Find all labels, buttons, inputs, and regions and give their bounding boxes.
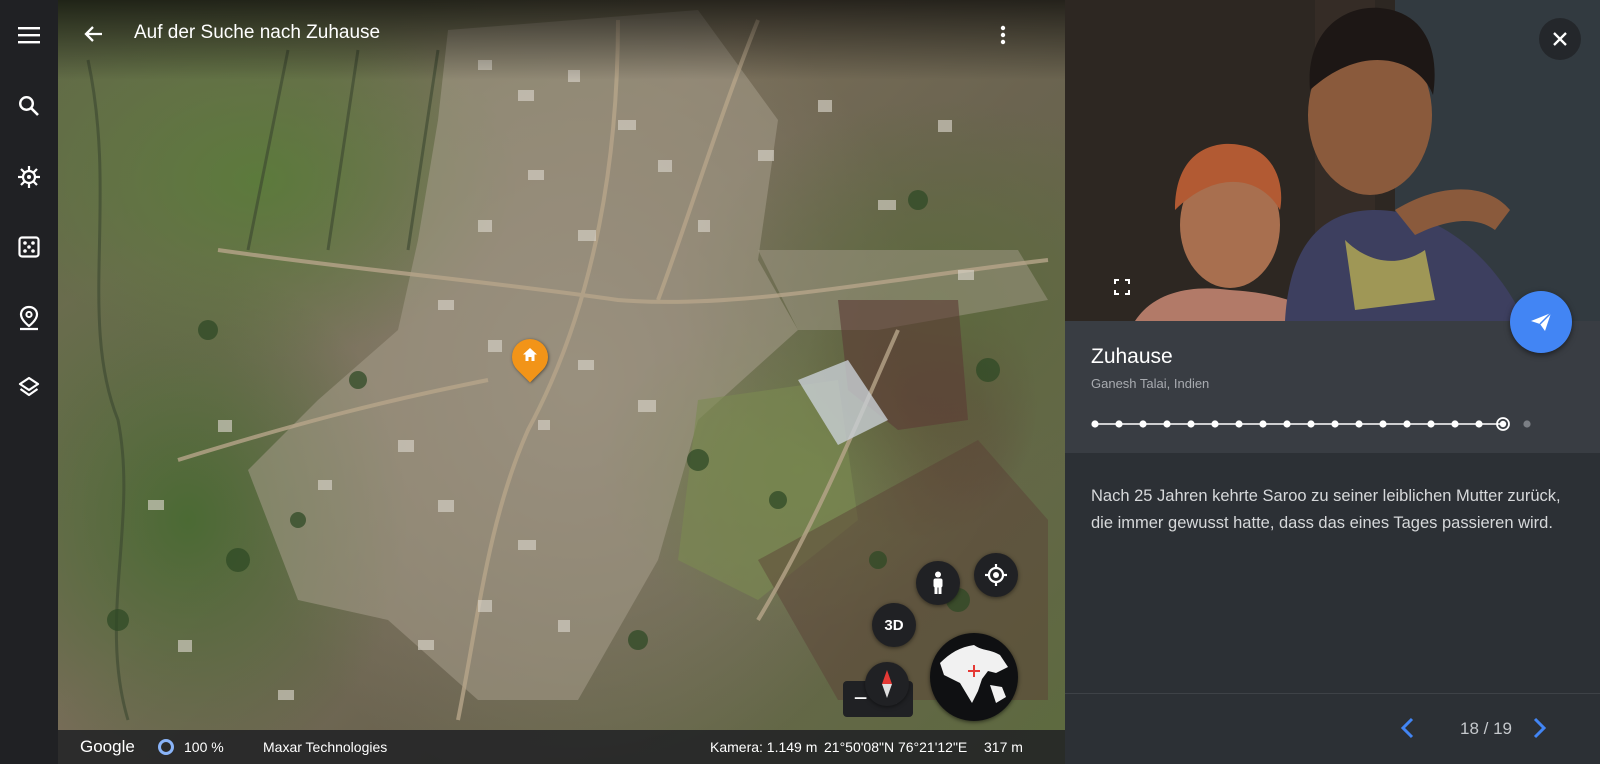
chevron-right-icon [1533, 717, 1547, 739]
more-options-button[interactable] [988, 20, 1018, 50]
projects-pin-icon [19, 305, 39, 331]
progress-dot-2[interactable] [1115, 420, 1123, 428]
home-icon [523, 348, 537, 361]
my-location-button[interactable] [974, 553, 1018, 597]
search-button[interactable] [9, 86, 49, 126]
pegman-street-view-button[interactable] [916, 561, 960, 605]
progress-dot-12[interactable] [1355, 420, 1363, 428]
send-icon [1531, 312, 1552, 331]
close-icon [1553, 32, 1567, 46]
progress-dot-13[interactable] [1379, 420, 1387, 428]
my-location-icon [985, 564, 1007, 586]
feeling-lucky-button[interactable] [9, 227, 49, 267]
progress-dot-11[interactable] [1331, 420, 1339, 428]
progress-dot-10[interactable] [1307, 420, 1315, 428]
loading-ring-icon [158, 739, 174, 755]
search-icon [18, 95, 39, 116]
next-slide-button[interactable] [1525, 713, 1555, 743]
menu-icon [18, 27, 40, 44]
progress-dot-7[interactable] [1235, 420, 1243, 428]
satellite-map[interactable]: Auf der Suche nach Zuhause 3D − + Google… [58, 0, 1065, 764]
map-style-layers-icon [18, 376, 40, 397]
voyager-icon [18, 166, 40, 188]
story-title: Auf der Suche nach Zuhause [134, 22, 381, 43]
close-card-button[interactable] [1539, 18, 1581, 60]
progress-dot-19[interactable] [1523, 420, 1531, 428]
voyager-button[interactable] [9, 157, 49, 197]
progress-dot-3[interactable] [1139, 420, 1147, 428]
place-title: Zuhause [1091, 345, 1173, 368]
arrow-back-icon [84, 26, 102, 42]
coordinates: 21°50'08"N 76°21'12"E [824, 739, 968, 755]
scale-bar-label: 317 m [984, 739, 1023, 755]
progress-dot-16[interactable] [1451, 420, 1459, 428]
story-progress-track[interactable] [1091, 416, 1541, 432]
progress-dot-1[interactable] [1091, 420, 1099, 428]
map-style-button[interactable] [9, 367, 49, 407]
progress-dot-17[interactable] [1475, 420, 1483, 428]
place-subtitle: Ganesh Talai, Indien [1091, 376, 1210, 391]
story-description: Nach 25 Jahren kehrte Saroo zu seiner le… [1091, 487, 1561, 532]
compass-button[interactable] [865, 662, 909, 706]
left-rail [0, 0, 58, 764]
chevron-left-icon [1400, 717, 1414, 739]
back-button[interactable] [76, 16, 112, 52]
card-navigation [1065, 693, 1600, 764]
progress-dot-5[interactable] [1187, 420, 1195, 428]
camera-altitude: Kamera: 1.149 m [710, 739, 818, 755]
progress-dot-14[interactable] [1403, 420, 1411, 428]
photo-people-illustration [1065, 0, 1600, 321]
load-percent: 100 % [184, 739, 224, 755]
share-button[interactable] [1510, 291, 1572, 353]
fullscreen-icon[interactable] [1110, 275, 1134, 299]
satellite-imagery [86, 10, 1049, 721]
globe-icon [940, 645, 1008, 703]
toggle-3d-button[interactable]: 3D [872, 603, 916, 647]
pegman-icon [933, 571, 943, 594]
progress-dot-6[interactable] [1211, 420, 1219, 428]
progress-dot-9[interactable] [1283, 420, 1291, 428]
globe-overview[interactable] [930, 633, 1018, 721]
feeling-lucky-dice-icon [18, 236, 40, 258]
compass-icon [882, 670, 892, 698]
knowledge-card: Zuhause Ganesh Talai, Indien Nach 25 Jah… [1065, 0, 1600, 764]
progress-dot-4[interactable] [1163, 420, 1171, 428]
imagery-provider[interactable]: Maxar Technologies [263, 739, 387, 755]
progress-dot-15[interactable] [1427, 420, 1435, 428]
previous-slide-button[interactable] [1392, 713, 1422, 743]
menu-button[interactable] [9, 15, 49, 55]
progress-current-marker [1499, 420, 1507, 428]
map-footer: Google 100 % Maxar Technologies Kamera: … [58, 730, 1065, 764]
more-vert-icon [1000, 25, 1006, 45]
projects-button[interactable] [9, 298, 49, 338]
slide-counter: 18 / 19 [1460, 719, 1512, 738]
progress-dot-8[interactable] [1259, 420, 1267, 428]
story-photo [1065, 0, 1600, 321]
google-logo: Google [80, 737, 135, 756]
